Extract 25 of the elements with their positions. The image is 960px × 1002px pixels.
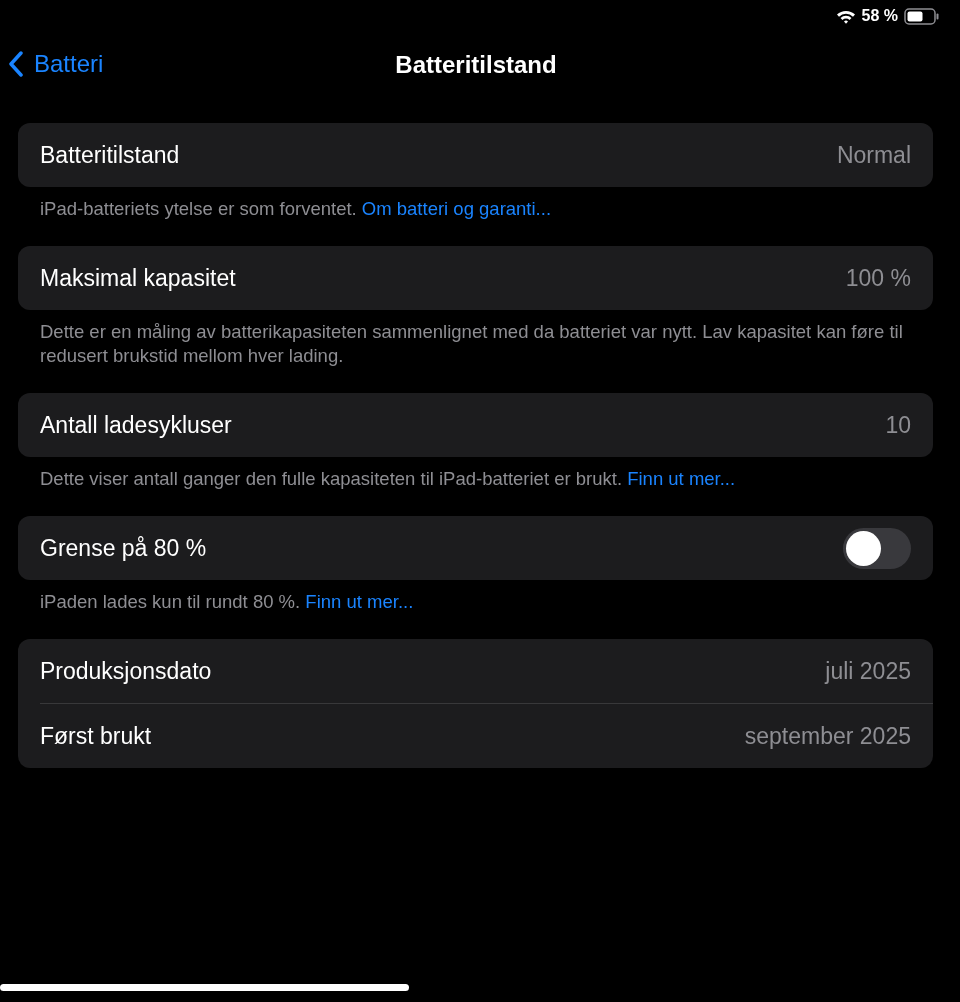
link[interactable]: Om batteri og garanti... [361, 198, 552, 219]
link[interactable]: Finn ut mer... [305, 591, 414, 612]
page-title: Batteritilstand [395, 51, 557, 79]
row-value: september 2025 [744, 722, 911, 750]
row-value: juli 2025 [825, 657, 911, 685]
row-value: 100 % [845, 264, 911, 292]
footer-note: iPaden lades kun til rundt 80 %. Finn ut mer... [40, 590, 415, 614]
row-label: Først brukt [40, 722, 152, 750]
row-label: Produksjonsdato [40, 657, 212, 685]
chevron-left-icon [8, 51, 24, 77]
row-value: Normal [836, 141, 911, 169]
wifi-icon [835, 8, 856, 24]
footer-note: iPad-batteriets ytelse er som forventet. Om batteri og garanti... [40, 197, 553, 221]
row-label: Grense på 80 % [40, 534, 207, 562]
footer-note: Dette er en måling av batterikapasiteten sammenlignet med da batteriet var nytt. Lav kapasitet kan føre til redusert brukstid mellom hver lading. [40, 320, 904, 368]
row-label: Antall ladesykluser [40, 411, 232, 439]
battery-icon [904, 7, 940, 25]
footer-note: Dette viser antall ganger den fulle kapasiteten til iPad-batteriet er brukt. Finn ut mer... [40, 467, 737, 491]
link[interactable]: Finn ut mer... [627, 468, 736, 489]
battery-percentage: 58 % [861, 7, 898, 25]
row-value: 10 [885, 411, 911, 439]
back-button[interactable]: Batteri [8, 50, 104, 78]
row-label: Batteritilstand [40, 141, 180, 169]
toggle-switch[interactable] [843, 527, 911, 569]
row-label: Maksimal kapasitet [40, 264, 236, 292]
